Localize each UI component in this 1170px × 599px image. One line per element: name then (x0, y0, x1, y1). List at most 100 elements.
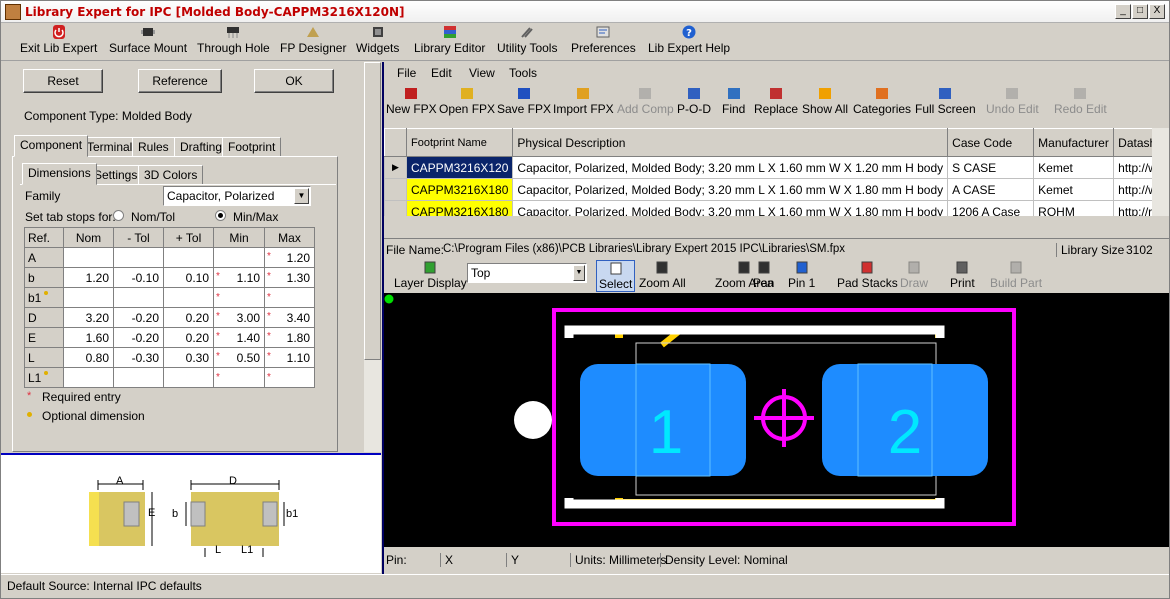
min-input[interactable]: * 1.40 (213, 327, 265, 348)
radio-minmax[interactable] (215, 210, 226, 221)
select-button[interactable]: Select (596, 260, 636, 292)
case-code-cell[interactable]: 1206 A Case (947, 200, 1035, 216)
max-input[interactable]: * 1.80 (264, 327, 315, 348)
ptol-input[interactable]: 0.10 (163, 267, 214, 288)
table-row[interactable]: CAPPM3216X180 Capacitor, Polarized, Molde… (384, 178, 1169, 201)
max-input[interactable]: * (264, 367, 315, 388)
mtol-input[interactable]: -0.20 (113, 327, 164, 348)
subtab-3d-colors[interactable]: 3D Colors (138, 165, 204, 185)
chevron-down-icon[interactable]: ▼ (573, 265, 585, 281)
left-scrollbar[interactable] (364, 62, 381, 452)
max-input[interactable]: * 1.10 (264, 347, 315, 368)
radio-nomtol[interactable] (113, 210, 124, 221)
max-input[interactable]: * 3.40 (264, 307, 315, 328)
manufacturer-cell[interactable]: Kemet (1033, 156, 1115, 179)
scroll-thumb[interactable] (364, 62, 381, 360)
mtol-input[interactable] (113, 247, 164, 268)
redo-edit-button[interactable]: Redo Edit (1054, 86, 1107, 116)
utility-tools-button[interactable]: Utility Tools (497, 25, 557, 55)
minimize-button[interactable]: _ (1115, 4, 1131, 19)
draw-button[interactable]: Draw (900, 260, 928, 290)
print-button[interactable]: Print (950, 260, 975, 290)
surface-mount-button[interactable]: Surface Mount (109, 25, 187, 55)
reset-button[interactable]: Reset (23, 69, 103, 93)
min-input[interactable]: * (213, 287, 265, 308)
save-fpx-button[interactable]: Save FPX (497, 86, 551, 116)
lib-expert-help-button[interactable]: ? Lib Expert Help (648, 25, 730, 55)
footprint-name-cell[interactable]: CAPPM3216X180 (405, 200, 514, 216)
grid-scrollbar[interactable] (1152, 128, 1169, 216)
widgets-button[interactable]: Widgets (356, 25, 399, 55)
p-o-d-button[interactable]: P-O-D (677, 86, 711, 116)
nom-input[interactable]: 0.80 (63, 347, 114, 368)
mtol-input[interactable]: -0.10 (113, 267, 164, 288)
description-cell[interactable]: Capacitor, Polarized, Molded Body; 3.20 … (512, 156, 949, 179)
open-fpx-button[interactable]: Open FPX (439, 86, 495, 116)
min-input[interactable]: * 0.50 (213, 347, 265, 368)
pan-button[interactable]: Pan (753, 260, 774, 290)
col-physical-description[interactable]: Physical Description (512, 128, 949, 157)
table-row[interactable]: CAPPM3216X180 Capacitor, Polarized, Molde… (384, 200, 1169, 216)
new-fpx-button[interactable]: New FPX (386, 86, 437, 116)
mtol-input[interactable]: -0.20 (113, 307, 164, 328)
tab-footprint[interactable]: Footprint (222, 137, 282, 157)
max-input[interactable]: * (264, 287, 315, 308)
undo-edit-button[interactable]: Undo Edit (986, 86, 1039, 116)
ptol-input[interactable] (163, 367, 214, 388)
nom-input[interactable] (63, 367, 114, 388)
nom-input[interactable]: 1.20 (63, 267, 114, 288)
nom-input[interactable]: 1.60 (63, 327, 114, 348)
import-fpx-button[interactable]: Import FPX (553, 86, 614, 116)
tab-rules[interactable]: Rules (132, 137, 175, 157)
ptol-input[interactable]: 0.20 (163, 327, 214, 348)
pin-1-button[interactable]: Pin 1 (788, 260, 815, 290)
zoom-all-button[interactable]: Zoom All (639, 260, 686, 290)
preferences-button[interactable]: Preferences (571, 25, 636, 55)
library-editor-button[interactable]: Library Editor (414, 25, 485, 55)
replace-button[interactable]: Replace (754, 86, 798, 116)
description-cell[interactable]: Capacitor, Polarized, Molded Body; 3.20 … (512, 200, 949, 216)
fp-designer-button[interactable]: FP Designer (280, 25, 346, 55)
min-input[interactable]: * (213, 367, 265, 388)
col-manufacturer[interactable]: Manufacturer (1033, 128, 1115, 157)
footprint-name-cell[interactable]: CAPPM3216X180 (405, 178, 514, 201)
nom-input[interactable] (63, 287, 114, 308)
ptol-input[interactable] (163, 287, 214, 308)
nom-input[interactable]: 3.20 (63, 307, 114, 328)
ok-button[interactable]: OK (254, 69, 334, 93)
case-code-cell[interactable]: A CASE (947, 178, 1035, 201)
footprint-canvas[interactable]: 1 2 (384, 293, 1169, 547)
max-input[interactable]: * 1.20 (264, 247, 315, 268)
ptol-input[interactable]: 0.20 (163, 307, 214, 328)
min-input[interactable]: * 1.10 (213, 267, 265, 288)
manufacturer-cell[interactable]: Kemet (1033, 178, 1115, 201)
min-input[interactable] (213, 247, 265, 268)
menu-file[interactable]: File (397, 66, 416, 80)
add-comp-button[interactable]: Add Comp (617, 86, 674, 116)
menu-tools[interactable]: Tools (509, 66, 537, 80)
close-button[interactable]: X (1149, 4, 1165, 19)
mtol-input[interactable] (113, 367, 164, 388)
case-code-cell[interactable]: S CASE (947, 156, 1035, 179)
ptol-input[interactable]: 0.30 (163, 347, 214, 368)
col-case-code[interactable]: Case Code (947, 128, 1035, 157)
pad-stacks-button[interactable]: Pad Stacks (837, 260, 898, 290)
categories-button[interactable]: Categories (853, 86, 911, 116)
through-hole-button[interactable]: Through Hole (197, 25, 270, 55)
min-input[interactable]: * 3.00 (213, 307, 265, 328)
manufacturer-cell[interactable]: ROHM (1033, 200, 1115, 216)
menu-edit[interactable]: Edit (431, 66, 452, 80)
ptol-input[interactable] (163, 247, 214, 268)
family-select[interactable]: Capacitor, Polarized ▼ (163, 186, 311, 206)
nom-input[interactable] (63, 247, 114, 268)
show-all-button[interactable]: Show All (802, 86, 848, 116)
tab-component[interactable]: Component (14, 135, 89, 157)
tab-drafting[interactable]: Drafting (174, 137, 229, 157)
build-part-button[interactable]: Build Part (990, 260, 1042, 290)
tab-terminal[interactable]: Terminal (81, 137, 139, 157)
maximize-button[interactable]: □ (1132, 4, 1148, 19)
menu-view[interactable]: View (469, 66, 495, 80)
layer-select[interactable]: Top ▼ (467, 263, 587, 283)
description-cell[interactable]: Capacitor, Polarized, Molded Body; 3.20 … (512, 178, 949, 201)
exit-lib-expert-button[interactable]: Exit Lib Expert (20, 25, 97, 55)
